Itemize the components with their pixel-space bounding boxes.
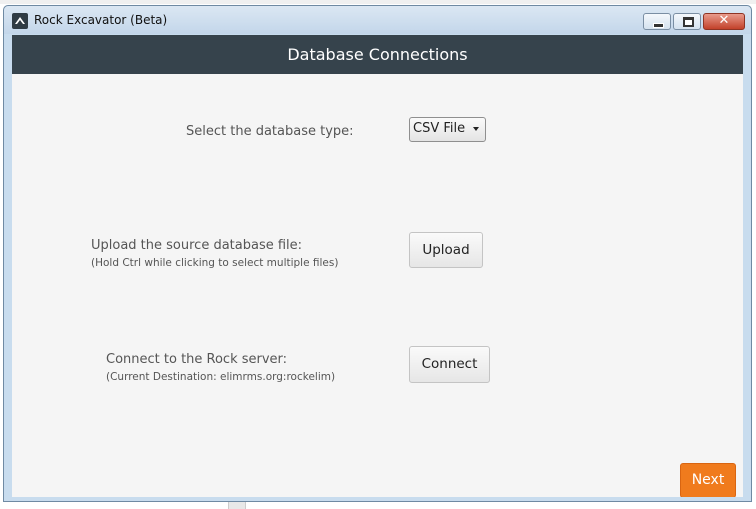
app-window: Rock Excavator (Beta) ✕ Database Connect… — [3, 5, 752, 502]
maximize-button[interactable] — [673, 13, 701, 30]
next-button[interactable]: Next — [680, 463, 736, 497]
window-controls: ✕ — [643, 13, 745, 30]
maximize-icon — [683, 17, 694, 27]
window-title: Rock Excavator (Beta) — [34, 13, 168, 27]
upload-label: Upload the source database file: — [91, 238, 303, 253]
window-titlebar[interactable]: Rock Excavator (Beta) ✕ — [4, 6, 751, 34]
database-type-select[interactable]: CSV File — [409, 117, 486, 142]
database-type-value: CSV File — [413, 121, 466, 136]
minimize-icon — [653, 23, 664, 28]
desktop-background — [0, 0, 756, 4]
connect-hint: (Current Destination: elimrms.org:rockel… — [106, 371, 336, 383]
main-panel: Database Connections Select the database… — [12, 35, 743, 497]
chevron-down-icon — [473, 127, 479, 131]
close-icon: ✕ — [718, 13, 730, 28]
connect-label: Connect to the Rock server: — [106, 352, 288, 367]
upload-hint: (Hold Ctrl while clicking to select mult… — [91, 257, 339, 269]
connect-button[interactable]: Connect — [409, 346, 490, 383]
app-logo-icon — [12, 13, 28, 29]
page-title: Database Connections — [12, 35, 743, 74]
database-type-label: Select the database type: — [186, 124, 354, 139]
background-scrollbar-stub — [228, 502, 246, 509]
upload-button[interactable]: Upload — [409, 232, 483, 268]
close-button[interactable]: ✕ — [703, 13, 745, 30]
minimize-button[interactable] — [643, 13, 671, 30]
